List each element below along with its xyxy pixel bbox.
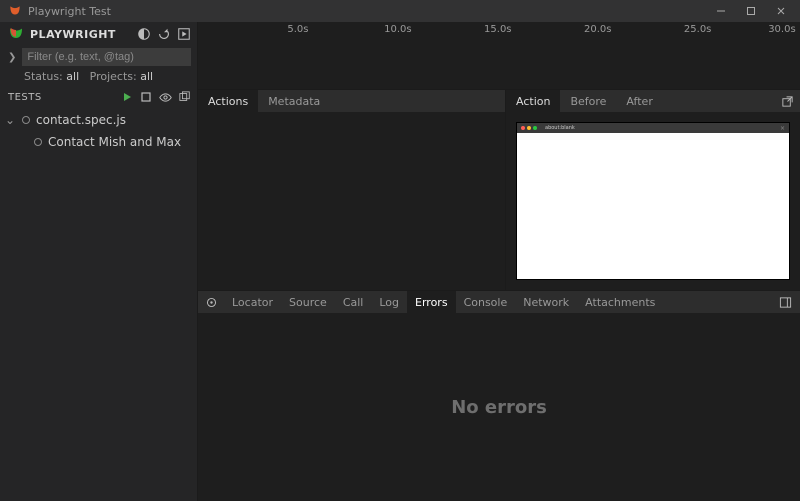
timeline-tick: 25.0s: [684, 24, 711, 35]
theme-toggle-icon[interactable]: [137, 27, 151, 41]
status-line: Status: all Projects: all: [0, 68, 197, 87]
projects-prefix: Projects:: [90, 70, 137, 83]
tree-file-label: contact.spec.js: [36, 113, 126, 127]
popout-icon[interactable]: [775, 90, 800, 112]
test-tree: ⌄ contact.spec.js Contact Mish and Max: [0, 107, 197, 155]
titlebar: Playwright Test: [0, 0, 800, 22]
chevron-down-icon[interactable]: ⌄: [4, 113, 16, 127]
actions-pane: Actions Metadata: [198, 90, 506, 290]
playwright-app-icon: [8, 4, 22, 18]
tab-errors[interactable]: Errors: [407, 291, 456, 313]
sidebar-header: PLAYWRIGHT: [0, 22, 197, 46]
preview-body: about:blank ×: [506, 112, 800, 290]
traffic-light-green: [533, 126, 537, 130]
playwright-logo-icon: [8, 26, 24, 42]
tab-console[interactable]: Console: [456, 291, 516, 313]
bottom-tabs: Locator Source Call Log Errors Console N…: [198, 291, 800, 313]
tab-metadata[interactable]: Metadata: [258, 90, 330, 112]
sidebar-toggle-icon[interactable]: [771, 291, 800, 313]
window-controls: [706, 0, 796, 22]
browser-preview: about:blank ×: [516, 122, 790, 280]
window-title: Playwright Test: [28, 5, 706, 18]
chevron-right-icon[interactable]: ❯: [6, 52, 18, 63]
browser-url: about:blank: [545, 125, 575, 131]
preview-tabs: Action Before After: [506, 90, 800, 112]
bottom-pane: Locator Source Call Log Errors Console N…: [198, 290, 800, 501]
tab-call[interactable]: Call: [335, 291, 372, 313]
no-errors-message: No errors: [451, 397, 547, 418]
tab-actions[interactable]: Actions: [198, 90, 258, 112]
close-icon: ×: [780, 125, 785, 132]
tab-before[interactable]: Before: [560, 90, 616, 112]
tab-log[interactable]: Log: [371, 291, 407, 313]
tab-attachments[interactable]: Attachments: [577, 291, 663, 313]
timeline-tick: 15.0s: [484, 24, 511, 35]
sidebar-title: PLAYWRIGHT: [30, 28, 137, 41]
tree-file-row[interactable]: ⌄ contact.spec.js: [0, 109, 197, 131]
filter-input[interactable]: [22, 48, 191, 66]
tab-locator[interactable]: Locator: [224, 291, 281, 313]
close-button[interactable]: [766, 0, 796, 22]
bottom-body: No errors: [198, 313, 800, 501]
tab-action[interactable]: Action: [506, 90, 560, 112]
reload-icon[interactable]: [157, 27, 171, 41]
status-dot-icon: [34, 138, 42, 146]
tab-source[interactable]: Source: [281, 291, 335, 313]
run-all-icon[interactable]: [121, 91, 133, 103]
watch-icon[interactable]: [159, 91, 172, 104]
main-area: PLAYWRIGHT ❯ Status: all Projects: all T…: [0, 22, 800, 501]
timeline-tick: 5.0s: [287, 24, 308, 35]
timeline-tick: 10.0s: [384, 24, 411, 35]
actions-body: [198, 112, 505, 290]
tests-header: TESTS: [0, 87, 197, 107]
collapse-all-icon[interactable]: [179, 91, 191, 103]
tab-after[interactable]: After: [616, 90, 662, 112]
minimize-button[interactable]: [706, 0, 736, 22]
timeline-tick: 30.0s: [768, 24, 795, 35]
content-area: 5.0s 10.0s 15.0s 20.0s 25.0s 30.0s Actio…: [198, 22, 800, 501]
status-value[interactable]: all: [66, 70, 79, 83]
timeline[interactable]: 5.0s 10.0s 15.0s 20.0s 25.0s 30.0s: [198, 22, 800, 90]
locator-picker-icon[interactable]: [198, 291, 224, 313]
traffic-light-red: [521, 126, 525, 130]
status-dot-icon: [22, 116, 30, 124]
tests-label: TESTS: [8, 92, 121, 103]
tab-network[interactable]: Network: [515, 291, 577, 313]
filter-row: ❯: [0, 46, 197, 68]
projects-value[interactable]: all: [140, 70, 153, 83]
browser-titlebar: about:blank ×: [517, 123, 789, 133]
preview-pane: Action Before After a: [506, 90, 800, 290]
browser-viewport: [517, 133, 789, 279]
traffic-light-yellow: [527, 126, 531, 130]
sidebar: PLAYWRIGHT ❯ Status: all Projects: all T…: [0, 22, 198, 501]
maximize-button[interactable]: [736, 0, 766, 22]
timeline-tick: 20.0s: [584, 24, 611, 35]
actions-tabs: Actions Metadata: [198, 90, 505, 112]
status-prefix: Status:: [24, 70, 63, 83]
expand-icon[interactable]: [177, 27, 191, 41]
tree-test-label: Contact Mish and Max: [48, 135, 181, 149]
stop-icon[interactable]: [140, 91, 152, 103]
tree-test-row[interactable]: Contact Mish and Max: [0, 131, 197, 153]
mid-row: Actions Metadata Action Before After: [198, 90, 800, 290]
